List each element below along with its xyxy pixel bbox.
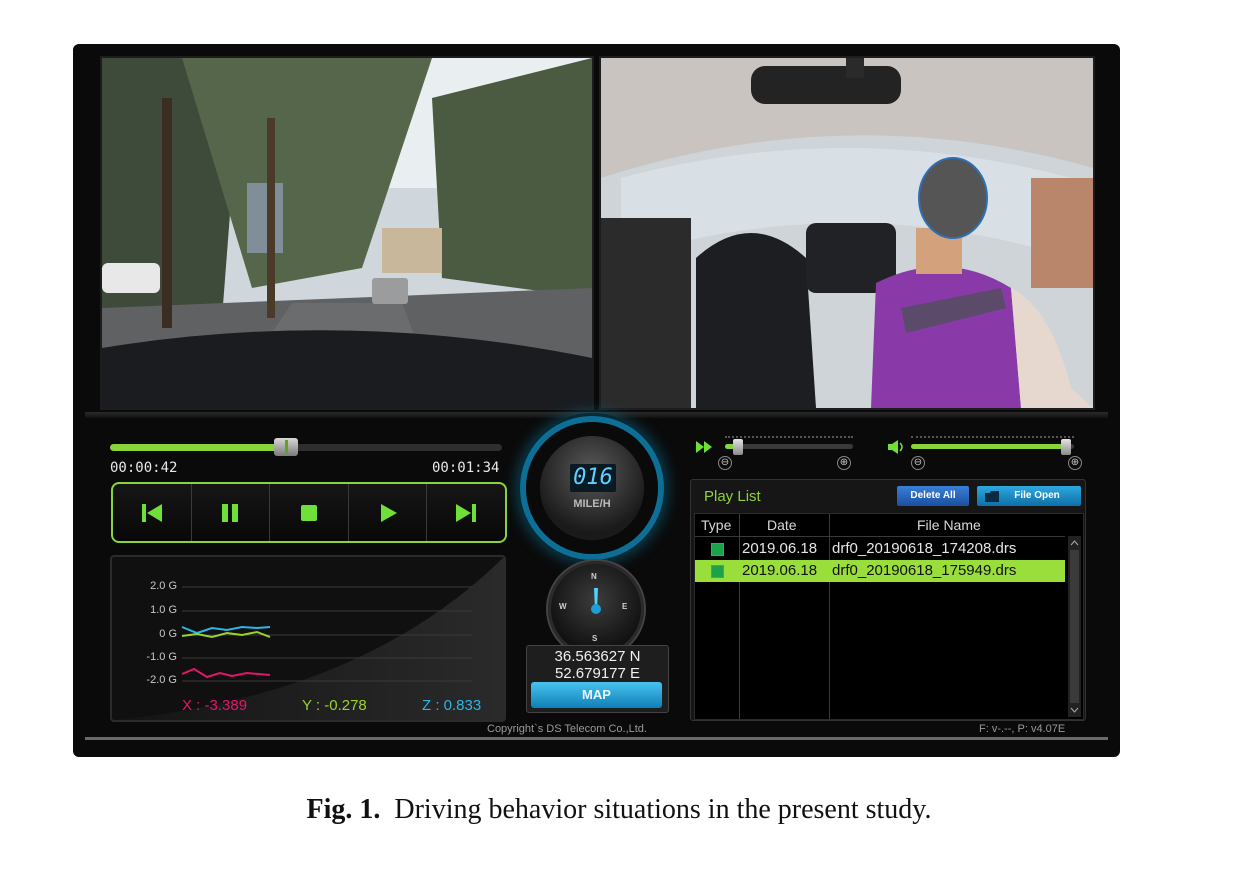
- figure-caption-text: Driving behavior situations in the prese…: [394, 794, 932, 825]
- longitude: 52.679177 E: [554, 665, 641, 682]
- figure-label: Fig. 1.: [306, 794, 381, 825]
- speedometer-face: 016 MILE/H: [540, 436, 644, 540]
- header-type: Type: [701, 517, 732, 533]
- skip-forward-button[interactable]: [427, 484, 505, 541]
- type-n-icon: [711, 560, 724, 585]
- volume-decrease-button[interactable]: ⊖: [911, 456, 925, 470]
- delete-all-button[interactable]: Delete All: [897, 486, 969, 506]
- seek-bar[interactable]: [110, 438, 502, 456]
- dashcam-player-window: 00:00:42 00:01:34 2.0 G 1.0 G 0 G -1.0 G…: [73, 44, 1120, 757]
- panel-separator: [85, 412, 1108, 418]
- file-open-label: File Open: [1014, 490, 1060, 501]
- seek-bar-thumb[interactable]: [274, 438, 299, 456]
- volume-increase-button[interactable]: ⊕: [1068, 456, 1082, 470]
- g-tick-label: -2.0 G: [146, 674, 177, 686]
- speed-value: 016: [570, 464, 616, 492]
- folder-icon: [985, 491, 999, 502]
- z-axis-value: Z : 0.833: [422, 697, 482, 714]
- playlist-header: Type Date File Name: [695, 514, 1065, 537]
- g-tick-label: 0 G: [159, 628, 177, 640]
- playlist-panel: Play List Delete All File Open Type Date…: [690, 479, 1086, 721]
- elapsed-time: 00:00:42: [110, 460, 178, 476]
- gps-panel: 36.563627 N 52.679177 E MAP: [526, 645, 669, 713]
- volume-fill: [911, 444, 1066, 449]
- row-file-name: drf0_20190618_174208.drs: [832, 540, 1017, 557]
- scroll-down-icon[interactable]: [1068, 705, 1081, 715]
- playlist-row-selected[interactable]: 2019.06.18 drf0_20190618_175949.drs: [695, 560, 1065, 582]
- stop-button[interactable]: [270, 484, 349, 541]
- playlist-row[interactable]: 2019.06.18 drf0_20190618_174208.drs: [695, 538, 1065, 560]
- total-time: 00:01:34: [432, 460, 500, 476]
- volume-icon: [888, 440, 903, 454]
- speed-increase-button[interactable]: ⊕: [837, 456, 851, 470]
- speed-unit: MILE/H: [573, 498, 611, 510]
- playlist-table: Type Date File Name 2019.06.18 drf0_2019…: [694, 513, 1084, 720]
- playlist-scrollbar[interactable]: [1068, 536, 1081, 717]
- seek-bar-fill: [110, 444, 287, 451]
- y-axis-value: Y : -0.278: [302, 697, 367, 714]
- play-icon: [380, 503, 397, 522]
- cabin-camera-view: [599, 56, 1095, 410]
- copyright-text: Copyright`s DS Telecom Co.,Ltd.: [487, 723, 647, 735]
- header-file-name: File Name: [917, 517, 981, 533]
- volume-scale: [911, 436, 1074, 440]
- playback-speed-scale: [725, 436, 853, 440]
- g-tick-label: -1.0 G: [146, 651, 177, 663]
- volume-thumb[interactable]: [1060, 439, 1071, 455]
- speed-decrease-button[interactable]: ⊖: [718, 456, 732, 470]
- pause-button[interactable]: [192, 484, 271, 541]
- scrollbar-thumb[interactable]: [1070, 550, 1079, 703]
- scroll-up-icon[interactable]: [1068, 538, 1081, 548]
- map-button[interactable]: MAP: [531, 682, 662, 708]
- stop-icon: [300, 504, 317, 521]
- row-date: 2019.06.18: [742, 562, 818, 579]
- skip-forward-icon: [456, 503, 477, 522]
- header-date: Date: [767, 517, 797, 533]
- row-date: 2019.06.18: [742, 540, 818, 557]
- figure-caption: Fig. 1. Driving behavior situations in t…: [0, 794, 1238, 826]
- footer-bar: [85, 737, 1108, 740]
- file-open-button[interactable]: File Open: [977, 486, 1081, 506]
- playlist-title: Play List: [704, 488, 761, 505]
- x-axis-line: [181, 667, 271, 679]
- transport-controls: [111, 482, 507, 543]
- g-sensor-graph: 2.0 G 1.0 G 0 G -1.0 G -2.0 G X : -3.389…: [110, 555, 506, 722]
- playback-speed-slider[interactable]: [725, 444, 853, 449]
- row-file-name: drf0_20190618_175949.drs: [832, 562, 1017, 579]
- pause-icon: [222, 503, 239, 522]
- version-text: F: v-.--, P: v4.07E: [979, 723, 1066, 735]
- skip-back-button[interactable]: [113, 484, 192, 541]
- playback-speed-thumb[interactable]: [732, 439, 743, 455]
- skip-back-icon: [141, 503, 162, 522]
- g-tick-label: 1.0 G: [150, 604, 177, 616]
- compass-needle-icon: [591, 588, 601, 614]
- front-camera-view: [100, 56, 594, 410]
- play-button[interactable]: [349, 484, 428, 541]
- fast-forward-icon: [696, 441, 712, 453]
- speedometer: 016 MILE/H: [526, 422, 658, 554]
- x-axis-value: X : -3.389: [182, 697, 248, 714]
- g-tick-label: 2.0 G: [150, 580, 177, 592]
- compass: N E S W: [548, 561, 644, 657]
- latitude: 36.563627 N: [554, 648, 641, 665]
